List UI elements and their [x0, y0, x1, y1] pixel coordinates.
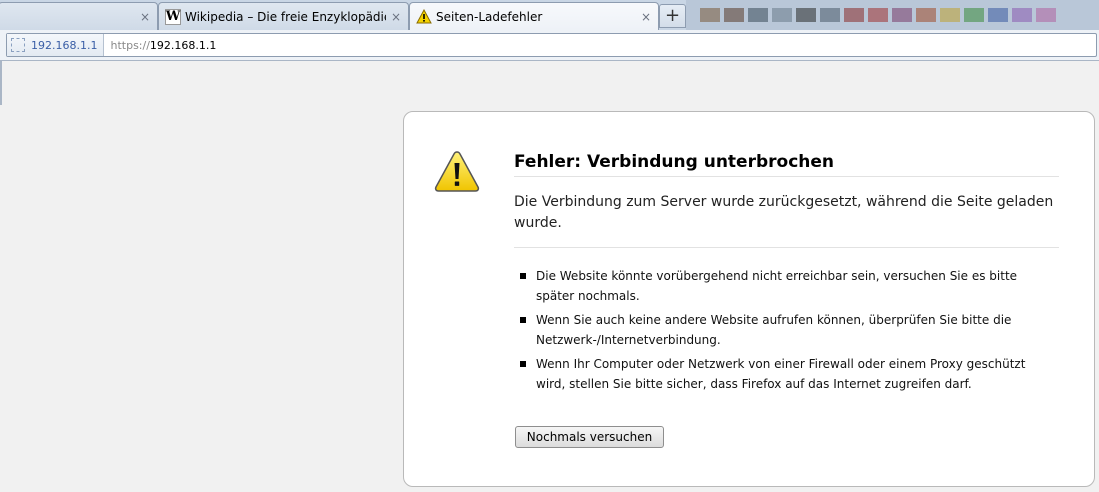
tab-seiten-ladefehler[interactable]: Seiten-Ladefehler ×: [409, 2, 659, 30]
site-identity-label: 192.168.1.1: [31, 38, 98, 52]
warning-icon: [434, 151, 480, 192]
url-bar[interactable]: 192.168.1.1 https://192.168.1.1: [6, 33, 1097, 57]
error-short-description: Die Verbindung zum Server wurde zurückge…: [514, 192, 1059, 248]
wikipedia-favicon-icon: W: [165, 8, 181, 25]
tab-close-icon[interactable]: ×: [640, 11, 652, 23]
navigation-bar: 192.168.1.1 https://192.168.1.1: [0, 30, 1099, 61]
url-host: 192.168.1.1: [149, 38, 217, 52]
suggestion-item: Die Website könnte vorübergehend nicht e…: [520, 266, 1040, 306]
warning-favicon-icon: [416, 9, 432, 25]
suggestion-item: Wenn Ihr Computer oder Netzwerk von eine…: [520, 354, 1040, 394]
suggestion-item: Wenn Sie auch keine andere Website aufru…: [520, 310, 1040, 350]
tab-blank[interactable]: ×: [0, 2, 158, 30]
tab-strip-decoration: [700, 8, 1056, 22]
sidebar-edge: [0, 61, 2, 105]
site-identity-icon: [11, 38, 25, 52]
site-identity-button[interactable]: 192.168.1.1: [7, 34, 105, 56]
tab-wikipedia[interactable]: W Wikipedia – Die freie Enzyklopädie ×: [158, 2, 409, 30]
tab-title: Wikipedia – Die freie Enzyklopädie: [185, 9, 386, 24]
error-page-container: Fehler: Verbindung unterbrochen Die Verb…: [403, 111, 1095, 487]
tab-close-icon[interactable]: ×: [139, 11, 151, 23]
retry-button[interactable]: Nochmals versuchen: [515, 426, 664, 448]
tab-strip: × W Wikipedia – Die freie Enzyklopädie ×…: [0, 0, 1099, 30]
error-title: Fehler: Verbindung unterbrochen: [514, 152, 1059, 177]
tab-close-icon[interactable]: ×: [390, 11, 402, 23]
url-input[interactable]: https://192.168.1.1: [104, 39, 216, 52]
error-suggestions-list: Die Website könnte vorübergehend nicht e…: [520, 266, 1040, 398]
new-tab-button[interactable]: +: [659, 4, 686, 28]
url-scheme: https://: [110, 38, 150, 52]
tab-title: Seiten-Ladefehler: [436, 9, 543, 24]
